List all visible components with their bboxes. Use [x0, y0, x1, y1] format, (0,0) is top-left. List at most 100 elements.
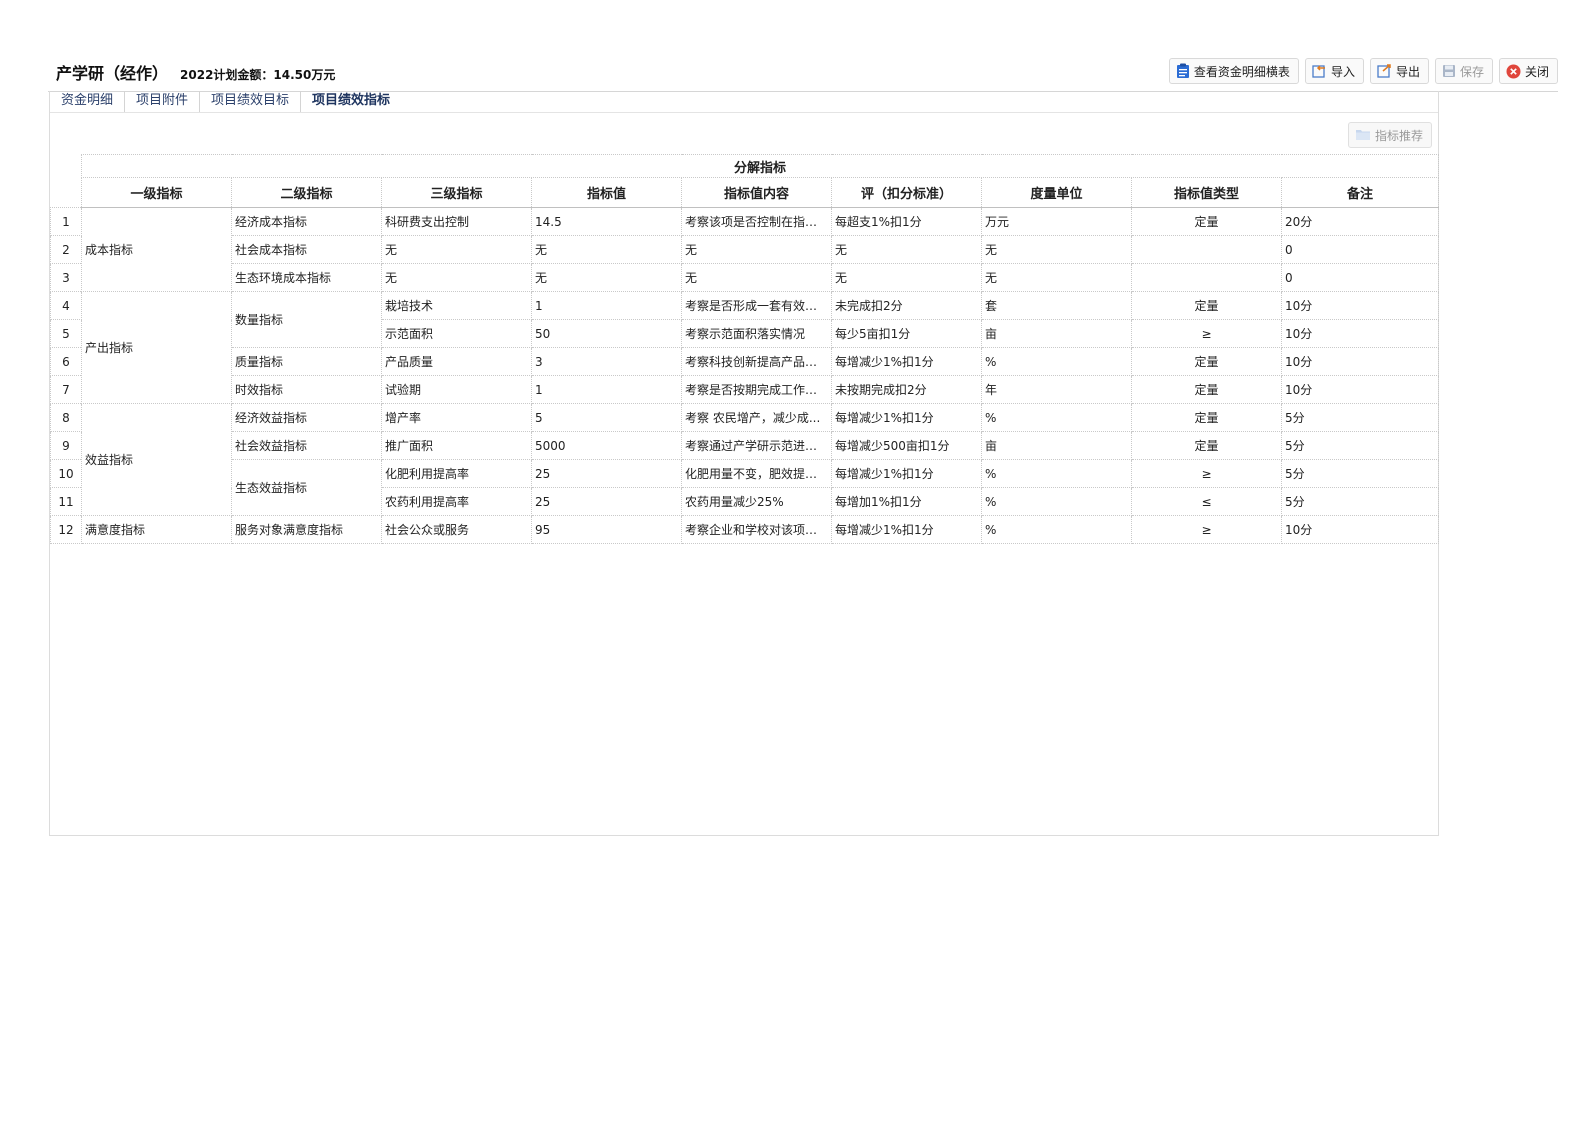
scoring-standard-cell[interactable]: 每少5亩扣1分	[831, 319, 982, 348]
column-header[interactable]: 一级指标	[81, 177, 232, 208]
unit-cell[interactable]: %	[981, 347, 1132, 376]
scoring-standard-cell[interactable]: 每增减少1%扣1分	[831, 515, 982, 544]
import-button[interactable]: 导入	[1304, 58, 1364, 84]
level3-cell[interactable]: 示范面积	[381, 319, 532, 348]
note-cell[interactable]: 10分	[1280, 291, 1440, 320]
note-cell[interactable]: 5分	[1280, 431, 1440, 460]
indicator-value-cell[interactable]: 无	[531, 235, 682, 264]
value-type-cell[interactable]: 定量	[1131, 207, 1282, 236]
level3-cell[interactable]: 农药利用提高率	[381, 487, 532, 516]
table-row[interactable]: 6 质量指标 产品质量 3 考察科技创新提高产品质... 每增减少1%扣1分% 定量 10分	[50, 347, 1440, 376]
note-cell[interactable]: 5分	[1280, 403, 1440, 432]
column-header[interactable]: 指标值	[531, 177, 682, 208]
column-header[interactable]: 备注	[1280, 177, 1440, 208]
note-cell[interactable]: 5分	[1280, 487, 1440, 516]
unit-cell[interactable]: %	[981, 403, 1132, 432]
indicator-content-cell[interactable]: 考察是否按期完成工作任...	[681, 375, 832, 404]
indicator-content-cell[interactable]: 无	[681, 235, 832, 264]
scoring-standard-cell[interactable]: 每增减少1%扣1分	[831, 347, 982, 376]
level2-cell[interactable]: 经济成本指标	[231, 207, 382, 236]
unit-cell[interactable]: 年	[981, 375, 1132, 404]
level2-cell[interactable]: 经济效益指标	[231, 403, 382, 432]
indicator-content-cell[interactable]: 考察该项是否控制在指标...	[681, 207, 832, 236]
column-header[interactable]: 评（扣分标准）	[831, 177, 982, 208]
level1-cell[interactable]: 满意度指标	[81, 515, 232, 544]
indicator-value-cell[interactable]: 25	[531, 487, 682, 516]
save-button[interactable]: 保存	[1434, 58, 1493, 84]
level2-cell[interactable]: 生态环境成本指标	[231, 263, 382, 292]
note-cell[interactable]: 0	[1280, 235, 1440, 264]
unit-cell[interactable]: 无	[981, 235, 1132, 264]
indicator-value-cell[interactable]: 1	[531, 291, 682, 320]
scoring-standard-cell[interactable]: 每增减少1%扣1分	[831, 403, 982, 432]
note-cell[interactable]: 10分	[1280, 515, 1440, 544]
indicator-content-cell[interactable]: 农药用量减少25%	[681, 487, 832, 516]
table-row[interactable]: 9 社会效益指标 推广面积 5000 考察通过产学研示范进而... 每增减少500亩扣1分…	[50, 431, 1440, 460]
level1-cell[interactable]: 效益指标	[81, 403, 232, 516]
unit-cell[interactable]: 万元	[981, 207, 1132, 236]
level3-cell[interactable]: 无	[381, 235, 532, 264]
indicator-value-cell[interactable]: 1	[531, 375, 682, 404]
indicator-value-cell[interactable]: 无	[531, 263, 682, 292]
view-fund-details-button[interactable]: 查看资金明细横表	[1168, 58, 1299, 84]
unit-cell[interactable]: %	[981, 515, 1132, 544]
scoring-standard-cell[interactable]: 每增减少1%扣1分	[831, 459, 982, 488]
value-type-cell[interactable]: 定量	[1131, 403, 1282, 432]
value-type-cell[interactable]: 定量	[1131, 291, 1282, 320]
level2-cell[interactable]: 社会成本指标	[231, 235, 382, 264]
level2-cell[interactable]: 生态效益指标	[231, 459, 382, 516]
indicator-content-cell[interactable]: 考察企业和学校对该项目...	[681, 515, 832, 544]
table-row[interactable]: 12 满意度指标 服务对象满意度指标 社会公众或服务 95 考察企业和学校对该项目... 每…	[50, 515, 1440, 544]
scoring-standard-cell[interactable]: 每增加1%扣1分	[831, 487, 982, 516]
column-header[interactable]: 三级指标	[381, 177, 532, 208]
indicator-content-cell[interactable]: 化肥用量不变，肥效提高...	[681, 459, 832, 488]
column-header[interactable]: 指标值内容	[681, 177, 832, 208]
unit-cell[interactable]: %	[981, 459, 1132, 488]
level2-cell[interactable]: 服务对象满意度指标	[231, 515, 382, 544]
level3-cell[interactable]: 社会公众或服务	[381, 515, 532, 544]
value-type-cell[interactable]: 定量	[1131, 431, 1282, 460]
level1-cell[interactable]: 成本指标	[81, 207, 232, 292]
unit-cell[interactable]: 亩	[981, 431, 1132, 460]
table-row[interactable]: 10 生态效益指标 化肥利用提高率 25 化肥用量不变，肥效提高... 每增减少1%扣1分…	[50, 459, 1440, 516]
scoring-standard-cell[interactable]: 无	[831, 235, 982, 264]
level1-cell[interactable]: 产出指标	[81, 291, 232, 404]
note-cell[interactable]: 10分	[1280, 347, 1440, 376]
table-row[interactable]: 4 产出指标 数量指标 栽培技术 1 考察是否形成一套有效的... 未完成扣2分套定量 10分	[50, 291, 1440, 404]
table-row[interactable]: 8 效益指标 经济效益指标 增产率 5 考察 农民增产，减少成... 每增减少1%扣1分% 定…	[50, 403, 1440, 516]
indicator-value-cell[interactable]: 50	[531, 319, 682, 348]
note-cell[interactable]: 10分	[1280, 319, 1440, 348]
note-cell[interactable]: 0	[1280, 263, 1440, 292]
level3-cell[interactable]: 无	[381, 263, 532, 292]
column-header[interactable]: 二级指标	[231, 177, 382, 208]
indicator-value-cell[interactable]: 5000	[531, 431, 682, 460]
level3-cell[interactable]: 增产率	[381, 403, 532, 432]
indicator-content-cell[interactable]: 考察示范面积落实情况	[681, 319, 832, 348]
table-row[interactable]: 3 生态环境成本指标无无无无无 0	[50, 263, 1440, 292]
level2-cell[interactable]: 数量指标	[231, 291, 382, 348]
table-row[interactable]: 7 时效指标 试验期 1 考察是否按期完成工作任... 未按期完成扣2分年定量 10分	[50, 375, 1440, 404]
note-cell[interactable]: 10分	[1280, 375, 1440, 404]
level3-cell[interactable]: 栽培技术	[381, 291, 532, 320]
note-cell[interactable]: 20分	[1280, 207, 1440, 236]
level3-cell[interactable]: 试验期	[381, 375, 532, 404]
indicator-content-cell[interactable]: 考察通过产学研示范进而...	[681, 431, 832, 460]
level3-cell[interactable]: 推广面积	[381, 431, 532, 460]
value-type-cell[interactable]: ≤	[1131, 487, 1282, 516]
value-type-cell[interactable]: ≥	[1131, 319, 1282, 348]
unit-cell[interactable]: 亩	[981, 319, 1132, 348]
indicator-value-cell[interactable]: 25	[531, 459, 682, 488]
value-type-cell[interactable]: ≥	[1131, 515, 1282, 544]
scoring-standard-cell[interactable]: 无	[831, 263, 982, 292]
table-row[interactable]: 1 成本指标 经济成本指标 科研费支出控制 14.5 考察该项是否控制在指标... 每超支1…	[50, 207, 1440, 292]
indicator-content-cell[interactable]: 考察科技创新提高产品质...	[681, 347, 832, 376]
level3-cell[interactable]: 产品质量	[381, 347, 532, 376]
note-cell[interactable]: 5分	[1280, 459, 1440, 488]
indicator-content-cell[interactable]: 无	[681, 263, 832, 292]
indicator-value-cell[interactable]: 95	[531, 515, 682, 544]
indicator-value-cell[interactable]: 5	[531, 403, 682, 432]
value-type-cell[interactable]	[1131, 263, 1282, 292]
indicator-content-cell[interactable]: 考察 农民增产，减少成...	[681, 403, 832, 432]
indicator-value-cell[interactable]: 14.5	[531, 207, 682, 236]
tab-performance-indicators[interactable]: 项目绩效指标	[301, 91, 402, 113]
